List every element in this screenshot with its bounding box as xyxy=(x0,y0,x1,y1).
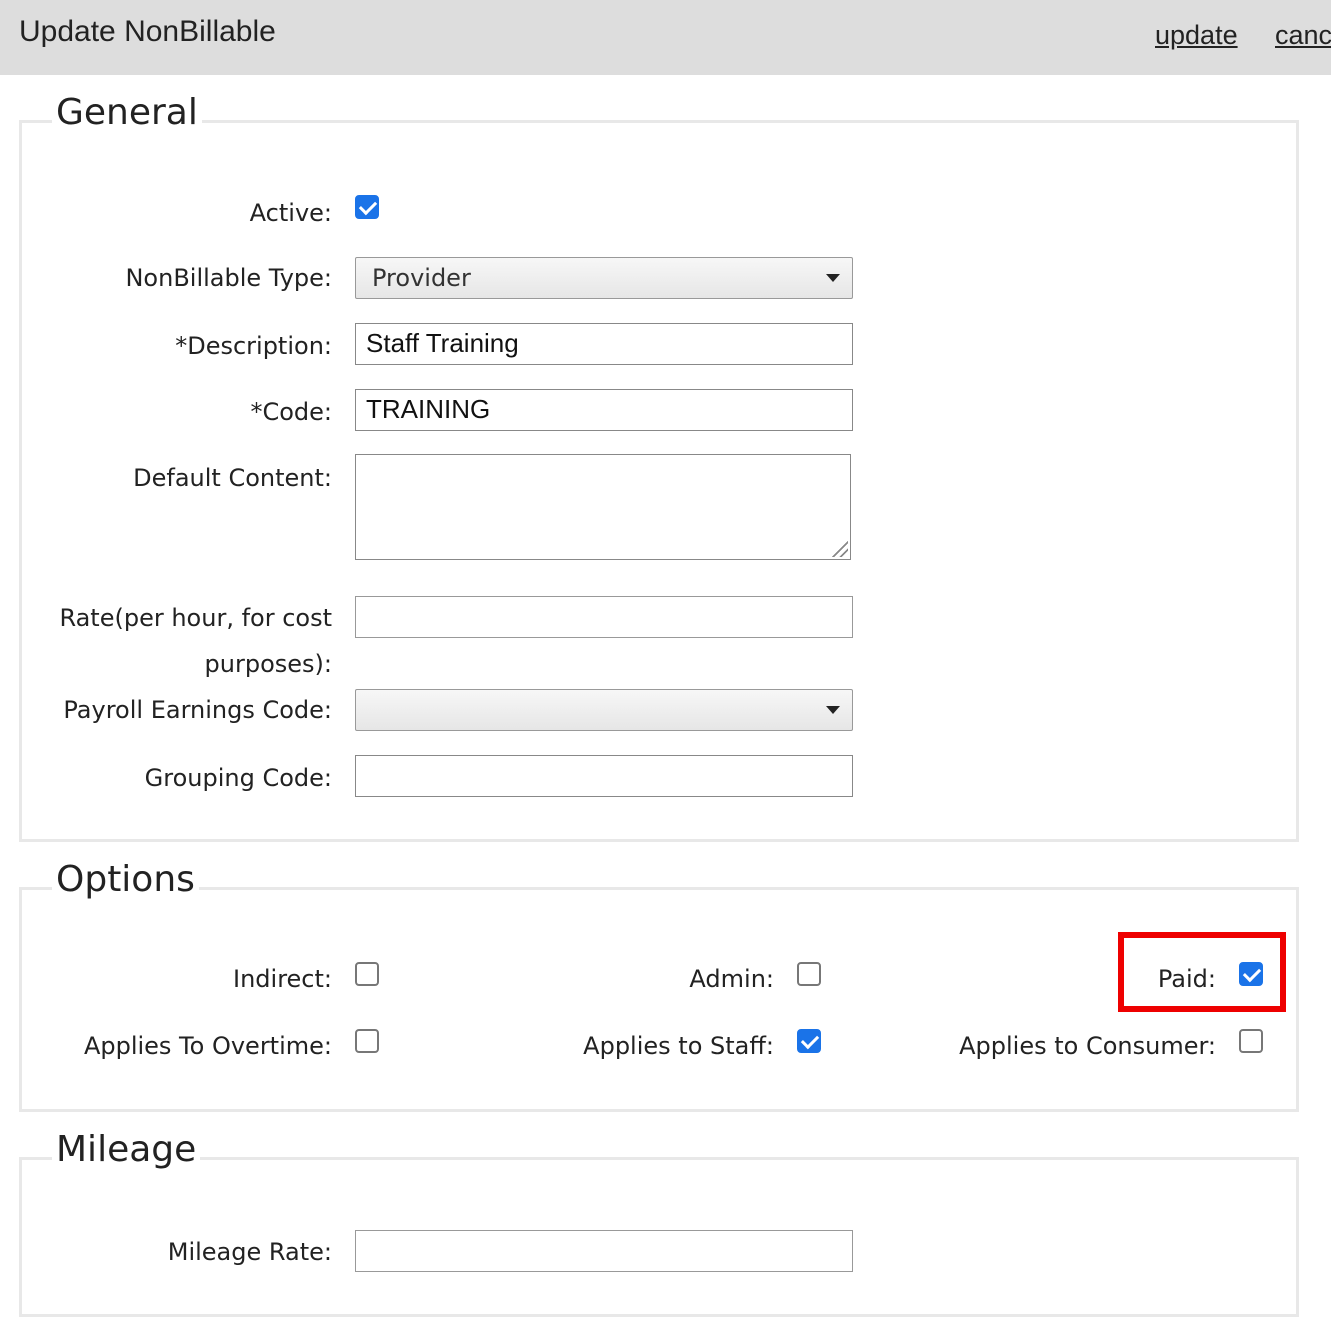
mileage-section: Mileage Mileage Rate: xyxy=(19,1130,1299,1317)
payroll-earnings-code-select[interactable] xyxy=(355,689,853,731)
description-label: *Description: xyxy=(175,332,332,360)
general-legend: General xyxy=(52,93,202,133)
admin-checkbox[interactable] xyxy=(797,962,821,986)
staff-label: Applies to Staff: xyxy=(583,1032,774,1060)
staff-checkbox[interactable] xyxy=(797,1029,821,1053)
payroll-label: Payroll Earnings Code: xyxy=(63,696,332,724)
description-input[interactable]: Staff Training xyxy=(355,323,853,365)
grouping-code-input[interactable] xyxy=(355,755,853,797)
general-section: General Active: NonBillable Type: Provid… xyxy=(19,93,1299,842)
cancel-link[interactable]: cancel xyxy=(1275,20,1331,51)
paid-highlight-box xyxy=(1118,932,1286,1012)
default-content-label: Default Content: xyxy=(133,464,332,492)
default-content-textarea[interactable] xyxy=(355,454,851,560)
options-section: Options Indirect: Admin: Paid: Applies T… xyxy=(19,860,1299,1112)
resize-grip-icon[interactable] xyxy=(830,539,848,557)
overtime-checkbox[interactable] xyxy=(355,1029,379,1053)
rate-input[interactable] xyxy=(355,596,853,638)
active-checkbox[interactable] xyxy=(355,195,379,219)
nonbillable-type-select[interactable]: Provider xyxy=(355,257,853,299)
type-label: NonBillable Type: xyxy=(125,264,332,292)
options-legend: Options xyxy=(52,860,199,900)
mileage-rate-label: Mileage Rate: xyxy=(167,1238,332,1266)
indirect-checkbox[interactable] xyxy=(355,962,379,986)
mileage-rate-input[interactable] xyxy=(355,1230,853,1272)
chevron-down-icon xyxy=(826,274,840,282)
admin-label: Admin: xyxy=(689,965,774,993)
grouping-label: Grouping Code: xyxy=(144,764,332,792)
overtime-label: Applies To Overtime: xyxy=(83,1032,332,1060)
indirect-label: Indirect: xyxy=(233,965,332,993)
active-label: Active: xyxy=(249,199,332,227)
rate-label-line1: Rate(per hour, for cost xyxy=(59,604,332,632)
nonbillable-type-value: Provider xyxy=(372,264,471,292)
chevron-down-icon xyxy=(826,706,840,714)
page-title: Update NonBillable xyxy=(19,15,276,48)
code-input[interactable]: TRAINING xyxy=(355,389,853,431)
mileage-legend: Mileage xyxy=(52,1130,201,1170)
code-label: *Code: xyxy=(250,398,332,426)
page-header: Update NonBillable update cancel xyxy=(0,0,1331,75)
update-link[interactable]: update xyxy=(1155,20,1238,51)
rate-label-line2: purposes): xyxy=(204,650,332,678)
consumer-label: Applies to Consumer: xyxy=(959,1032,1216,1060)
consumer-checkbox[interactable] xyxy=(1239,1029,1263,1053)
